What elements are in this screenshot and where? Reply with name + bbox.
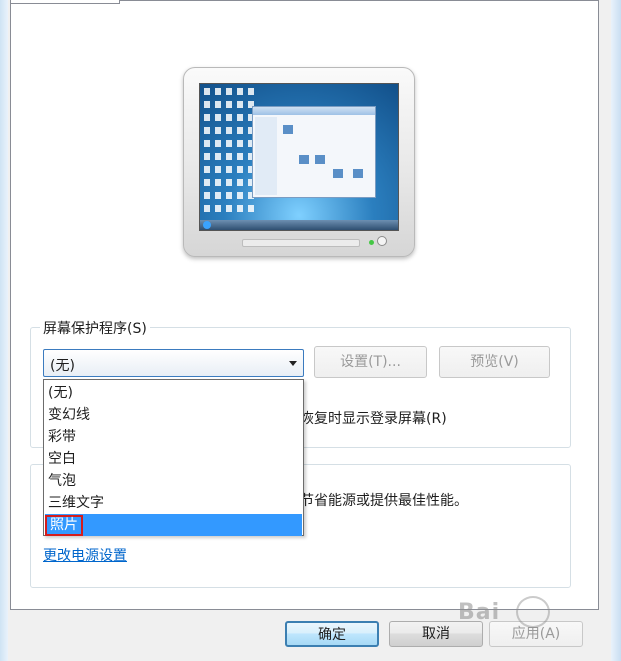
screensaver-dropdown-list: (无) 变幻线 彩带 空白 气泡 三维文字 照片 [43,379,304,536]
screensaver-group-label: 屏幕保护程序(S) [40,318,150,338]
preview-window-titlebar [253,107,375,115]
settings-button[interactable]: 设置(T)... [314,346,427,378]
preview-screen [199,83,399,231]
change-power-settings-link[interactable]: 更改电源设置 [43,545,127,565]
resume-logon-checkbox-label[interactable]: 恢复时显示登录屏幕(R) [300,408,447,428]
tab-strip-line [120,0,599,1]
screensaver-select[interactable]: (无) [43,349,304,377]
list-item[interactable]: (无) [45,382,302,404]
list-item-selected[interactable]: 照片 [45,514,302,536]
watermark-text: Bai [458,600,501,625]
power-description: 节省能源或提供最佳性能。 [300,493,468,509]
preview-taskbar [200,220,398,230]
power-button-icon [377,236,387,246]
highlighted-option-label: 照片 [45,515,83,536]
list-item[interactable]: 三维文字 [45,492,302,514]
list-item[interactable]: 彩带 [45,426,302,448]
thumbnail [315,155,325,164]
window-frame-left [0,0,8,661]
ok-button[interactable]: 确定 [285,621,379,647]
screensaver-select-value: (无) [50,358,75,374]
thumbnail [353,169,363,178]
monitor-bezel-strip [242,239,360,247]
monitor-preview [183,67,415,257]
tab-screensaver[interactable] [10,0,120,4]
list-item[interactable]: 气泡 [45,470,302,492]
desktop-icons [204,88,256,218]
thumbnail [299,155,309,164]
chevron-down-icon [289,361,297,366]
window-frame-right [611,0,621,661]
watermark-logo-icon [516,596,550,628]
preview-window [252,106,376,198]
list-item[interactable]: 空白 [45,448,302,470]
thumbnail [283,125,293,134]
list-item[interactable]: 变幻线 [45,404,302,426]
preview-window-sidebar [255,117,277,195]
preview-button[interactable]: 预览(V) [439,346,550,378]
thumbnail [333,169,343,178]
start-orb-icon [203,221,211,229]
power-led-icon [369,240,374,245]
